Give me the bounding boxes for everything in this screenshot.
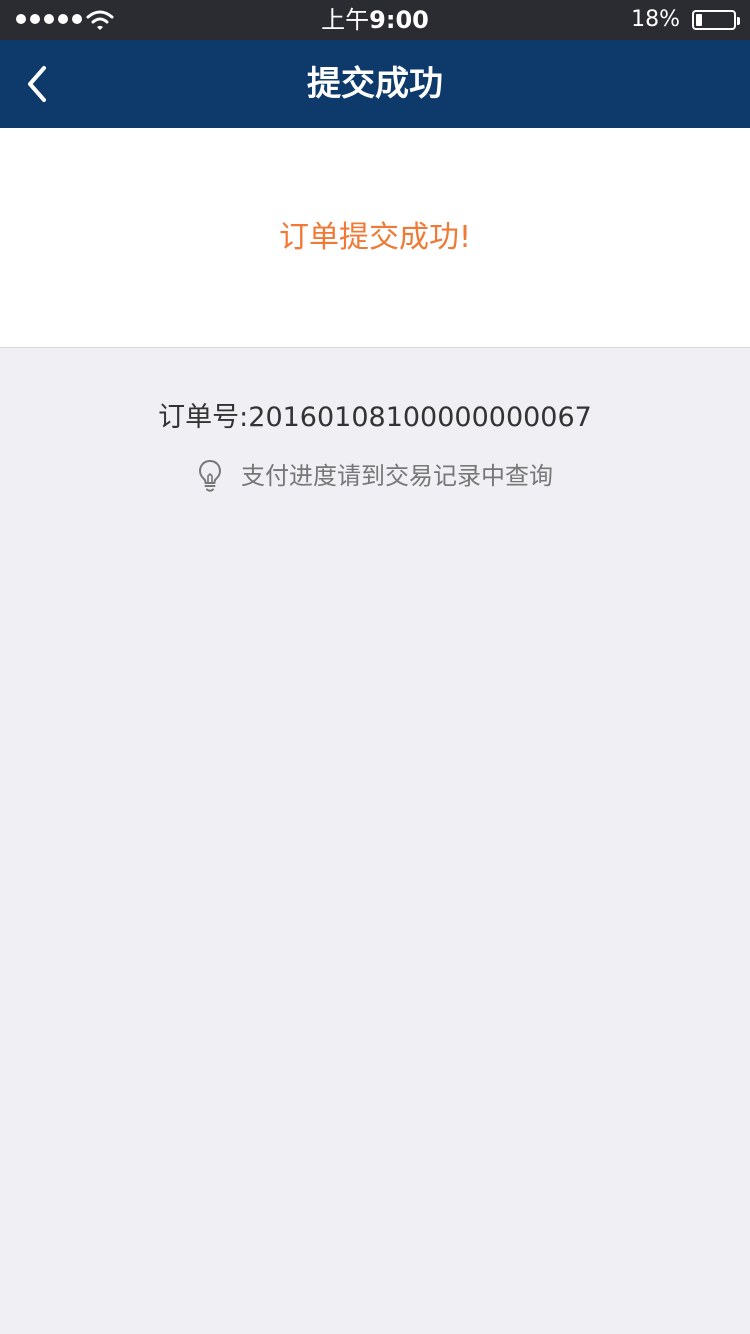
- tip-text: 支付进度请到交易记录中查询: [241, 462, 553, 490]
- tip-line: 支付进度请到交易记录中查询: [0, 458, 750, 494]
- success-panel: 订单提交成功!: [0, 128, 750, 348]
- success-message: 订单提交成功!: [278, 220, 472, 255]
- lightbulb-icon: [199, 460, 221, 492]
- status-bar: 上午9:00 18%: [0, 0, 750, 40]
- clock-time: 9:00: [369, 6, 429, 34]
- order-number-value: 20160108100000000067: [248, 402, 592, 433]
- battery-percent: 18%: [631, 7, 680, 32]
- battery-icon: [692, 10, 740, 30]
- battery-fill: [696, 14, 702, 26]
- page-title: 提交成功: [307, 64, 443, 104]
- nav-bar: 提交成功: [0, 40, 750, 128]
- time-prefix: 上午: [321, 6, 370, 34]
- order-number-line: 订单号:20160108100000000067: [0, 400, 750, 436]
- order-number-label: 订单号:: [158, 402, 249, 433]
